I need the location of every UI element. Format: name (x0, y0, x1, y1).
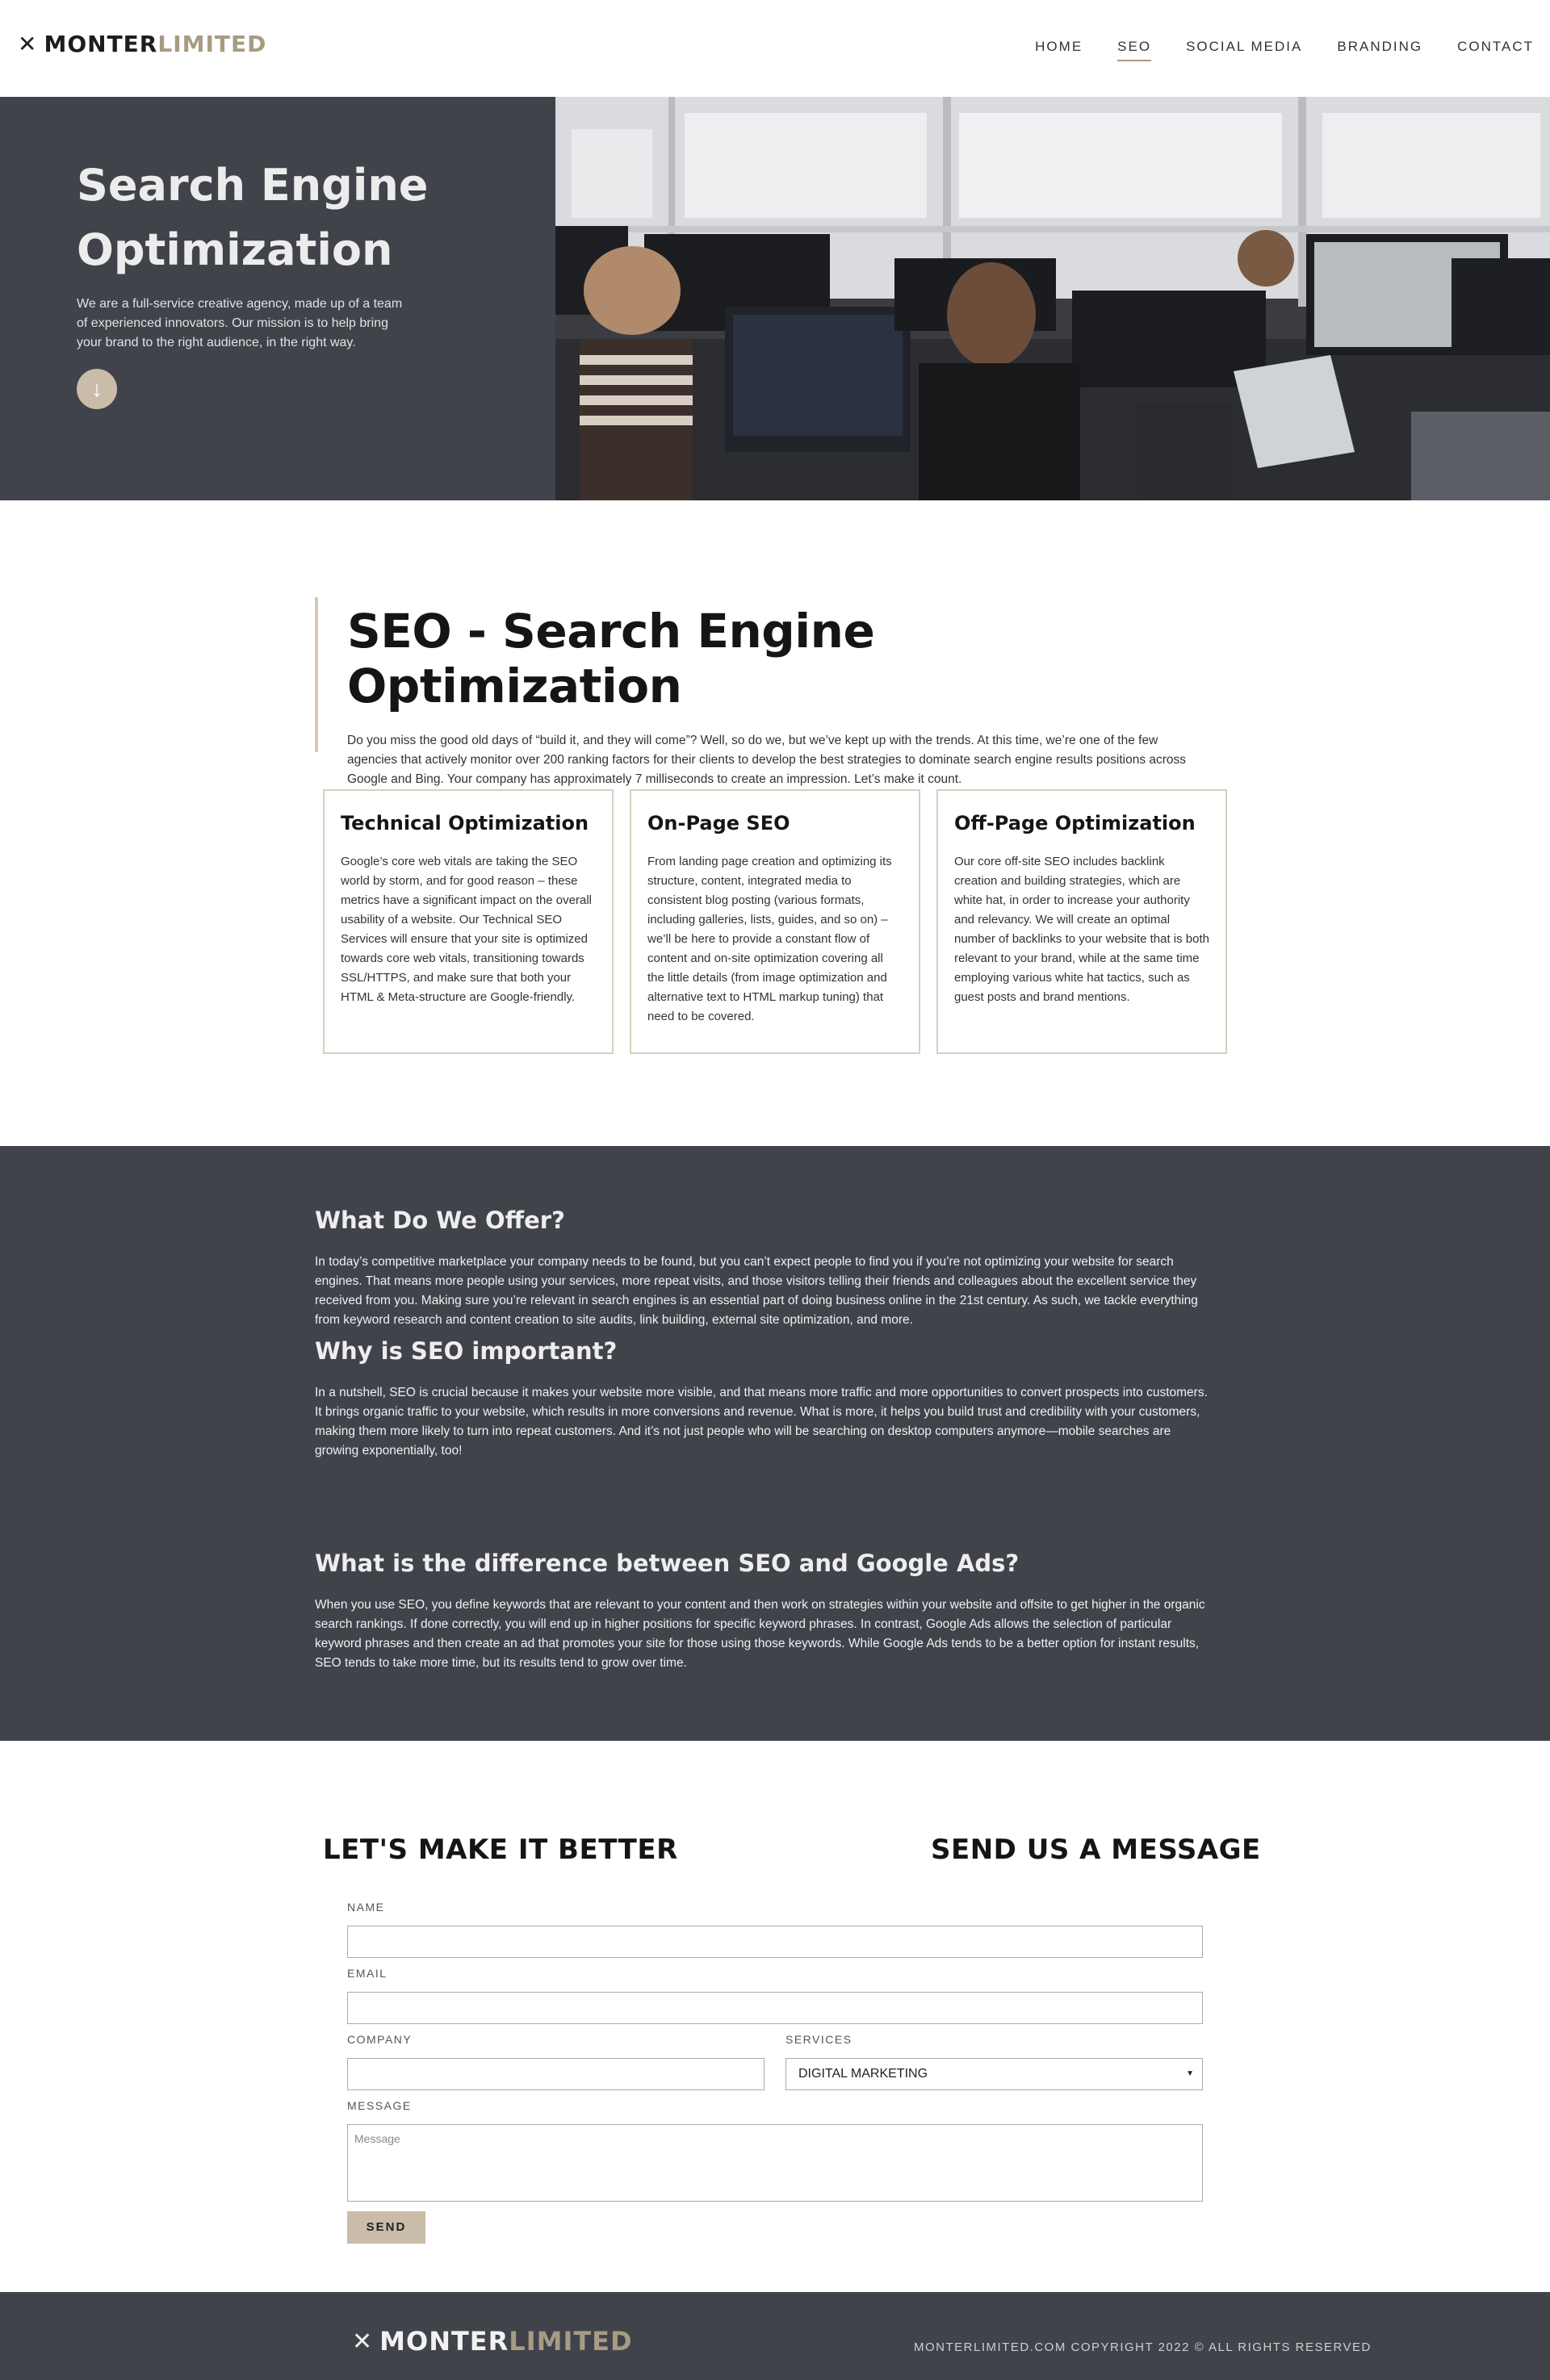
hero-section: Search Engine Optimization We are a full… (0, 97, 1550, 500)
nav-branding[interactable]: BRANDING (1337, 39, 1422, 61)
company-label: COMPANY (347, 2033, 413, 2046)
intro-block: SEO - Search Engine Optimization Do you … (315, 597, 1219, 786)
main-nav: HOME SEO SOCIAL MEDIA BRANDING CONTACT (1035, 39, 1534, 61)
logo-text-monter: MONTER (44, 31, 158, 57)
message-label: MESSAGE (347, 2099, 412, 2112)
card-title: Off-Page Optimization (954, 812, 1196, 834)
footer-logo[interactable]: ✕ MONTER LIMITED (352, 2326, 633, 2357)
contact-heading-right: SEND US A MESSAGE (931, 1834, 1261, 1866)
logo-text-monter: MONTER (379, 2326, 509, 2357)
send-button[interactable]: SEND (347, 2211, 425, 2244)
difference-title: What is the difference between SEO and G… (315, 1550, 1020, 1577)
name-field[interactable] (347, 1926, 1203, 1958)
card-text: Our core off-site SEO includes backlink … (954, 855, 1209, 1004)
nav-home[interactable]: HOME (1035, 39, 1083, 61)
services-selected-value: DIGITAL MARKETING (798, 2067, 928, 2081)
name-label: NAME (347, 1901, 385, 1914)
nav-contact[interactable]: CONTACT (1457, 39, 1534, 61)
card-title: Technical Optimization (341, 812, 589, 834)
office-photo-illustration (555, 97, 1550, 500)
message-placeholder: Message (354, 2132, 400, 2145)
card-off-page-optimization: Off-Page Optimization Our core off-site … (936, 789, 1227, 1054)
why-title: Why is SEO important? (315, 1337, 618, 1365)
hero-panel: Search Engine Optimization We are a full… (0, 97, 555, 500)
offer-text: In today’s competitive marketplace your … (315, 1255, 1198, 1327)
site-header: ✕ MONTER LIMITED HOME SEO SOCIAL MEDIA BR… (0, 0, 1550, 97)
services-select[interactable]: DIGITAL MARKETING ▼ (785, 2058, 1203, 2090)
card-text: Google’s core web vitals are taking the … (341, 855, 592, 1004)
hero-title: Search Engine Optimization (77, 160, 429, 275)
caret-down-icon: ▼ (1186, 2069, 1194, 2078)
info-section: What Do We Offer? In today’s competitive… (0, 1146, 1550, 1741)
card-technical-optimization: Technical Optimization Google’s core web… (323, 789, 614, 1054)
hero-text: We are a full-service creative agency, m… (77, 297, 403, 349)
message-field[interactable]: Message (347, 2124, 1203, 2202)
logo-mark-icon: ✕ (18, 31, 38, 57)
logo-text-limited: LIMITED (157, 31, 267, 57)
email-label: EMAIL (347, 1967, 388, 1980)
arrow-down-icon[interactable]: ↓ (77, 369, 117, 409)
card-on-page-seo: On-Page SEO From landing page creation a… (630, 789, 920, 1054)
copyright-text: MONTERLIMITED.COM COPYRIGHT 2022 © ALL R… (914, 2340, 1372, 2354)
services-label: SERVICES (785, 2033, 852, 2046)
card-title: On-Page SEO (647, 812, 790, 834)
nav-seo[interactable]: SEO (1117, 39, 1152, 61)
email-field[interactable] (347, 1992, 1203, 2024)
hero-office-photo (555, 97, 1550, 500)
logo-mark-icon: ✕ (352, 2327, 374, 2356)
contact-heading-left: LET'S MAKE IT BETTER (323, 1834, 678, 1866)
card-text: From landing page creation and optimizin… (647, 855, 892, 1023)
logo-text-limited: LIMITED (509, 2326, 633, 2357)
nav-social-media[interactable]: SOCIAL MEDIA (1186, 39, 1302, 61)
site-footer: ✕ MONTER LIMITED MONTERLIMITED.COM COPYRI… (0, 2292, 1550, 2380)
why-text: In a nutshell, SEO is crucial because it… (315, 1386, 1208, 1458)
company-field[interactable] (347, 2058, 765, 2090)
offer-title: What Do We Offer? (315, 1207, 565, 1234)
intro-text: Do you miss the good old days of “build … (347, 734, 1187, 786)
difference-text: When you use SEO, you define keywords th… (315, 1598, 1205, 1670)
site-logo[interactable]: ✕ MONTER LIMITED (18, 31, 266, 57)
intro-title: SEO - Search Engine Optimization (347, 604, 875, 713)
